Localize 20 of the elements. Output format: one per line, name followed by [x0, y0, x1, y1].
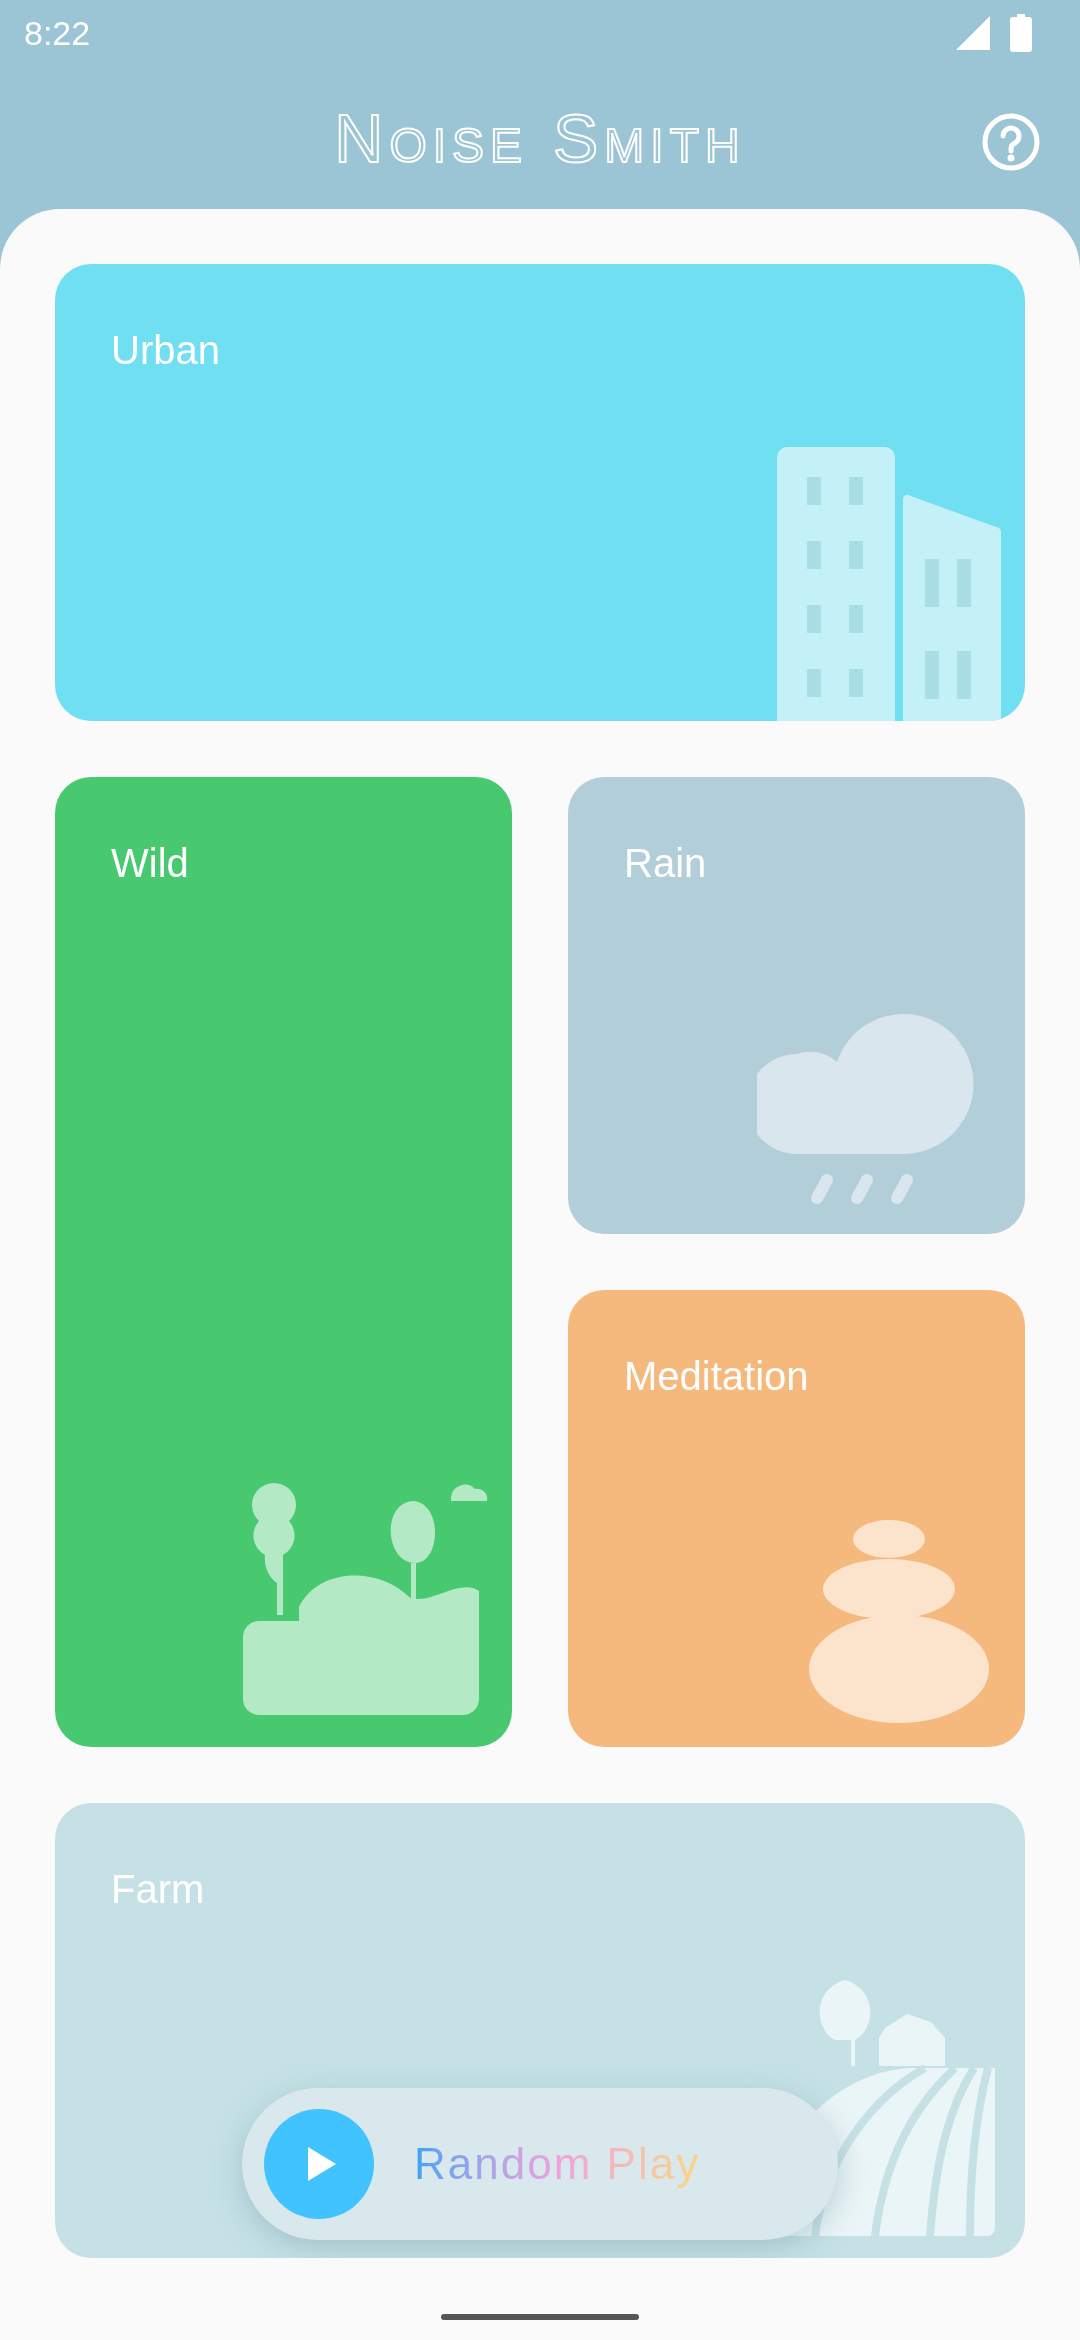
home-indicator[interactable]	[441, 2314, 639, 2320]
buildings-icon	[777, 447, 1001, 721]
category-card[interactable]: Urban	[55, 264, 1025, 721]
play-icon	[264, 2109, 374, 2219]
category-card[interactable]: Farm Random Play	[55, 1803, 1025, 2258]
category-card[interactable]: Meditation	[568, 1290, 1025, 1747]
category-title: Rain	[624, 840, 707, 887]
stacked-stones-icon	[807, 1519, 991, 1725]
category-card[interactable]: Wild	[55, 777, 512, 1747]
app-title: Noise Smith	[334, 98, 746, 178]
category-title: Urban	[111, 327, 220, 374]
random-play-button[interactable]: Random Play	[242, 2088, 838, 2240]
signal-icon	[956, 16, 990, 51]
category-title: Farm	[111, 1866, 205, 1913]
battery-icon	[1010, 14, 1032, 53]
category-title: Meditation	[624, 1353, 809, 1400]
status-time: 8:22	[24, 12, 91, 54]
category-title: Wild	[111, 840, 189, 887]
help-icon[interactable]	[982, 112, 1040, 171]
category-card[interactable]: Rain	[568, 777, 1025, 1234]
